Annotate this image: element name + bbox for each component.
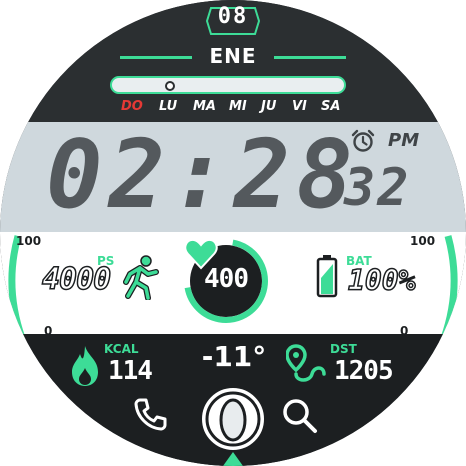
weekday-thursday: JU: [261, 99, 277, 114]
ampm-indicator: PM: [388, 130, 420, 151]
watch-face: 08 ENE DO LU MA MI JU VI SA 02:28 32 PM …: [0, 0, 466, 466]
battery-icon: [316, 255, 338, 298]
alarm-icon[interactable]: [350, 128, 376, 154]
weekday-sunday: DO: [121, 99, 143, 114]
bottom-arrow-icon: [223, 452, 243, 466]
left-gauge-max: 100: [16, 234, 42, 248]
calories-label: KCAL: [104, 342, 139, 356]
heart-rate-value: 400: [204, 264, 249, 294]
right-gauge-max: 100: [410, 234, 436, 248]
running-person-icon: [123, 255, 159, 300]
distance-value: 1205: [334, 356, 394, 386]
calories-value: 114: [108, 356, 153, 386]
day-number: 08: [217, 4, 249, 29]
month-divider-right: [274, 56, 346, 59]
weekday-monday: LU: [159, 99, 178, 114]
flame-icon: [72, 346, 98, 386]
month-label: ENE: [209, 44, 257, 68]
temperature-value: -11°: [201, 340, 267, 373]
battery-value: 100%: [347, 263, 416, 298]
search-icon[interactable]: [280, 396, 320, 436]
distance-label: DST: [330, 342, 357, 356]
time-hours-minutes: 02:28: [46, 121, 359, 230]
route-pin-icon: [286, 344, 326, 382]
weekday-saturday: SA: [321, 99, 341, 114]
weekday-wednesday: MI: [229, 99, 247, 114]
steps-value: 4000: [41, 261, 112, 298]
time-seconds: 32: [344, 158, 411, 218]
week-progress-marker: [165, 81, 175, 91]
center-app-button[interactable]: [198, 384, 268, 454]
weekday-friday: VI: [292, 99, 307, 114]
phone-icon[interactable]: [130, 394, 170, 434]
week-progress-bar: [110, 76, 346, 94]
month-divider-left: [120, 56, 192, 59]
weekday-tuesday: MA: [193, 99, 216, 114]
